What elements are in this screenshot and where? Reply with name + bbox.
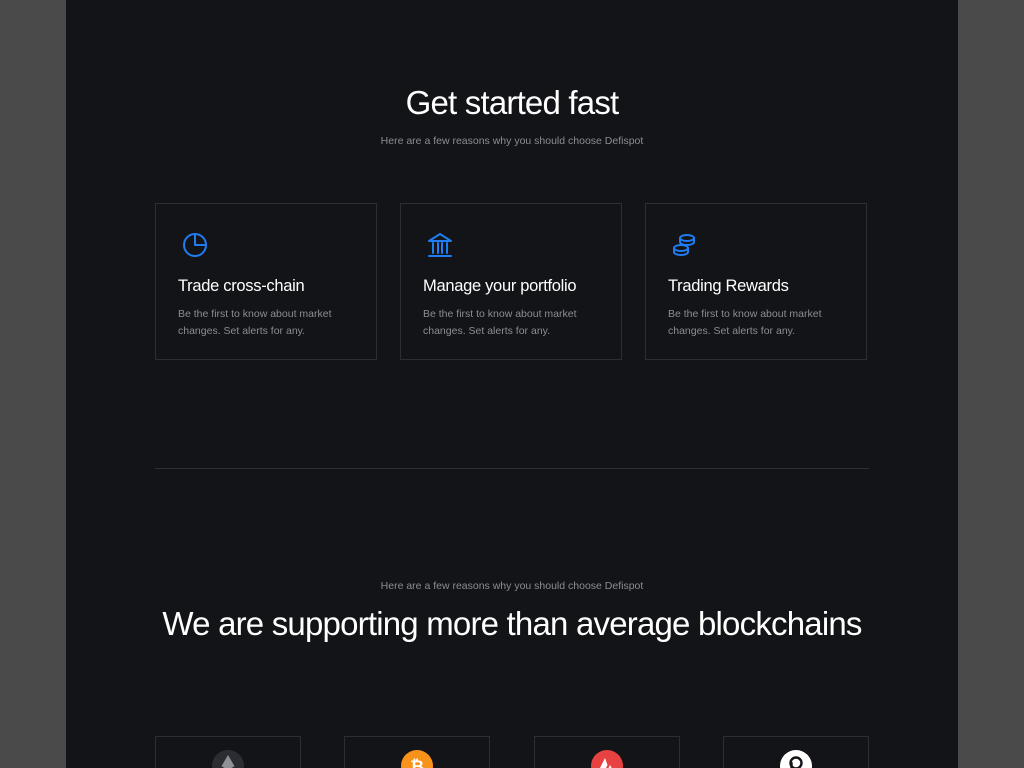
feature-description: Be the first to know about market change… (423, 308, 577, 337)
feature-title: Trading Rewards (668, 277, 789, 295)
feature-description: Be the first to know about market change… (178, 308, 332, 337)
feature-card-trade-cross-chain[interactable]: Trade cross-chain Be the first to know a… (155, 203, 377, 360)
bitcoin-logo-icon: ₿ (401, 750, 433, 768)
chain-card-bitcoin[interactable]: ₿ (344, 736, 490, 768)
bank-icon (426, 231, 454, 259)
feature-title: Manage your portfolio (423, 277, 577, 295)
chain-card-avalanche[interactable] (534, 736, 680, 768)
hero-subtitle: Here are a few reasons why you should ch… (380, 135, 644, 147)
blockchains-title: We are supporting more than average bloc… (162, 605, 862, 642)
feature-card-manage-portfolio[interactable]: Manage your portfolio Be the first to kn… (400, 203, 622, 360)
coins-icon (671, 231, 699, 259)
chain-card-polkadot[interactable] (723, 736, 869, 768)
pie-chart-icon (181, 231, 209, 259)
landing-page: Get started fast Here are a few reasons … (66, 0, 958, 768)
section-divider (155, 468, 869, 469)
feature-description: Be the first to know about market change… (668, 308, 822, 337)
feature-card-trading-rewards[interactable]: Trading Rewards Be the first to know abo… (645, 203, 867, 360)
blockchains-subtitle: Here are a few reasons why you should ch… (380, 580, 644, 592)
chain-card-ethereum[interactable] (155, 736, 301, 768)
svg-text:₿: ₿ (410, 757, 424, 768)
feature-title: Trade cross-chain (178, 277, 305, 295)
hero-title: Get started fast (405, 84, 620, 121)
polkadot-logo-icon (780, 750, 812, 768)
avalanche-logo-icon (591, 750, 623, 768)
ethereum-logo-icon (212, 750, 244, 768)
